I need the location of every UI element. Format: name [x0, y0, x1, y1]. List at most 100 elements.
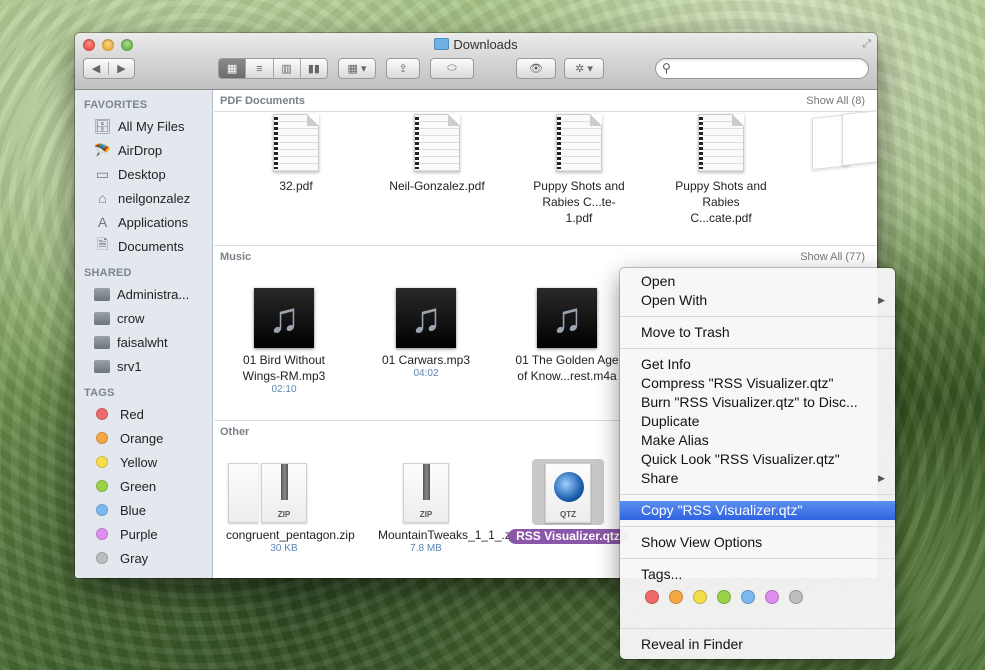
menu-tag-gray-button[interactable] [789, 590, 803, 604]
sidebar-item-applications[interactable]: A Applications [75, 210, 212, 234]
menu-item-label: Share [641, 470, 679, 486]
sidebar-item-home[interactable]: ⌂ neilgonzalez [75, 186, 212, 210]
menu-tag-orange-button[interactable] [669, 590, 683, 604]
submenu-arrow-icon: ▶ [878, 295, 885, 305]
menu-tag-purple-button[interactable] [765, 590, 779, 604]
menu-item-move-to-trash[interactable]: Move to Trash [620, 323, 895, 342]
pdf-thumbnail-icon [414, 114, 460, 172]
section-title: PDF Documents [220, 94, 305, 107]
sidebar-item-documents[interactable]: 🗎 Documents [75, 234, 212, 258]
menu-tag-colors [620, 584, 895, 610]
show-all-link[interactable]: Show All (8) [806, 95, 865, 107]
sidebar-item-shared[interactable]: srv1 [75, 354, 212, 378]
downloads-folder-icon [434, 38, 450, 50]
menu-tag-blue-button[interactable] [741, 590, 755, 604]
fullscreen-icon[interactable]: ⤢ [862, 38, 871, 51]
sidebar-item-tag-gray[interactable]: Gray [75, 546, 212, 570]
menu-item-get-info[interactable]: Get Info [620, 355, 895, 374]
sidebar-item-all-my-files[interactable]: 🗄 All My Files [75, 114, 212, 138]
search-input[interactable] [678, 61, 858, 76]
menu-item-duplicate[interactable]: Duplicate [620, 412, 895, 431]
menu-item-show-view-options[interactable]: Show View Options [620, 533, 895, 552]
desktop-icon: ▭ [95, 165, 110, 182]
sidebar-item-label: Yellow [120, 454, 158, 470]
file-item-selected[interactable]: QTZ RSS Visualizer.qtz [498, 463, 638, 545]
sidebar-item-label: Orange [120, 430, 164, 446]
all-my-files-icon: 🗄 [93, 117, 112, 134]
tag-color-dot-icon [96, 504, 108, 516]
menu-tag-yellow-button[interactable] [693, 590, 707, 604]
edit-tags-button[interactable]: ⬭ [430, 58, 474, 79]
file-item[interactable]: Neil-Gonzalez.pdf [367, 114, 507, 194]
file-item[interactable]: Puppy Shots and Rabies C...te-1.pdf [509, 114, 649, 226]
file-item[interactable]: ♫ 01 The Golden Age of Know...rest.m4a [497, 288, 637, 384]
search-field[interactable]: ⚲ [655, 58, 869, 79]
menu-item-burn[interactable]: Burn "RSS Visualizer.qtz" to Disc... [620, 393, 895, 412]
file-item[interactable]: ♫ 01 Bird Without Wings-RM.mp3 02:10 [214, 288, 354, 396]
forward-button[interactable]: ▶ [109, 62, 134, 75]
list-view-button[interactable]: ≡ [246, 59, 274, 78]
sidebar-item-tag-purple[interactable]: Purple [75, 522, 212, 546]
sidebar-item-shared[interactable]: faisalwht [75, 330, 212, 354]
sidebar-item-tag-green[interactable]: Green [75, 474, 212, 498]
sidebar-item-tag-yellow[interactable]: Yellow [75, 450, 212, 474]
sidebar-item-airdrop[interactable]: 🪂 AirDrop [75, 138, 212, 162]
tag-color-dot-icon [96, 456, 108, 468]
show-all-link[interactable]: Show All (77) [800, 251, 865, 263]
coverflow-view-button[interactable]: ▮▮ [301, 59, 327, 78]
home-icon: ⌂ [98, 190, 107, 206]
file-size: 7.8 MB [410, 543, 442, 554]
file-item[interactable]: Puppy Shots and Rabies C...cate.pdf [651, 114, 791, 226]
icon-view-button[interactable]: ▦ [219, 59, 247, 78]
menu-item-compress[interactable]: Compress "RSS Visualizer.qtz" [620, 374, 895, 393]
back-button[interactable]: ◀ [84, 62, 109, 75]
more-pdf-stack-icon [842, 110, 877, 166]
tag-color-dot-icon [96, 408, 108, 420]
tag-color-dot-icon [96, 552, 108, 564]
applications-icon: A [97, 214, 108, 230]
section-title: Other [220, 426, 250, 438]
menu-tag-green-button[interactable] [717, 590, 731, 604]
sidebar-item-desktop[interactable]: ▭ Desktop [75, 162, 212, 186]
menu-item-copy[interactable]: Copy "RSS Visualizer.qtz" [620, 501, 895, 520]
action-gear-button[interactable]: ✲ ▾ [564, 58, 604, 79]
arrange-button[interactable]: ▦ ▾ [338, 58, 376, 79]
menu-separator [620, 628, 895, 629]
file-name: congruent_pentagon.zip [226, 528, 355, 542]
section-header: PDF Documents Show All (8) [214, 90, 877, 112]
menu-item-share[interactable]: Share ▶ [620, 469, 895, 488]
menu-item-make-alias[interactable]: Make Alias [620, 431, 895, 450]
pdf-thumbnail-icon [556, 114, 602, 172]
back-forward-group: ◀ ▶ [83, 58, 135, 79]
file-name: RSS Visualizer.qtz [508, 529, 628, 544]
file-item[interactable]: ZIP congruent_pentagon.zip 30 KB [214, 463, 355, 555]
file-name: 01 Bird Without Wings-RM.mp3 [242, 353, 326, 383]
file-name: Puppy Shots and Rabies C...cate.pdf [675, 179, 767, 225]
share-button[interactable]: ⇪ [386, 58, 420, 79]
title-bar: Downloads ⤢ ◀ ▶ ▦ ≡ ▥ ▮▮ ▦ ▾ ⇪ ⬭ 👁 ✲ ▾ ⚲ [75, 33, 877, 90]
column-view-button[interactable]: ▥ [274, 59, 301, 78]
sidebar-item-tag-blue[interactable]: Blue [75, 498, 212, 522]
sidebar-heading-favorites: FAVORITES [84, 99, 148, 111]
menu-item-open[interactable]: Open [620, 272, 895, 291]
menu-item-quick-look[interactable]: Quick Look "RSS Visualizer.qtz" [620, 450, 895, 469]
file-name: Neil-Gonzalez.pdf [389, 179, 485, 193]
menu-item-tags[interactable]: Tags... [620, 565, 895, 584]
menu-item-reveal-in-finder[interactable]: Reveal in Finder [620, 635, 895, 654]
file-item[interactable]: 32.pdf [226, 114, 366, 194]
quick-look-button[interactable]: 👁 [516, 58, 556, 79]
file-name: MountainTweaks_1_1_.zip [378, 528, 521, 542]
sidebar-item-shared[interactable]: Administra... [75, 282, 212, 306]
sidebar-item-shared[interactable]: crow [75, 306, 212, 330]
file-item[interactable]: ZIP MountainTweaks_1_1_.zip 7.8 MB [356, 463, 521, 555]
section-header: Music Show All (77) [214, 246, 877, 268]
sidebar-item-label: neilgonzalez [118, 190, 191, 206]
file-name: 32.pdf [279, 179, 313, 193]
menu-item-open-with[interactable]: Open With ▶ [620, 291, 895, 310]
documents-icon: 🗎 [96, 236, 109, 252]
sidebar-item-label: faisalwht [117, 334, 168, 350]
sidebar-item-tag-orange[interactable]: Orange [75, 426, 212, 450]
file-item[interactable]: ♫ 01 Carwars.mp3 04:02 [356, 288, 496, 380]
sidebar-item-tag-red[interactable]: Red [75, 402, 212, 426]
menu-tag-red-button[interactable] [645, 590, 659, 604]
